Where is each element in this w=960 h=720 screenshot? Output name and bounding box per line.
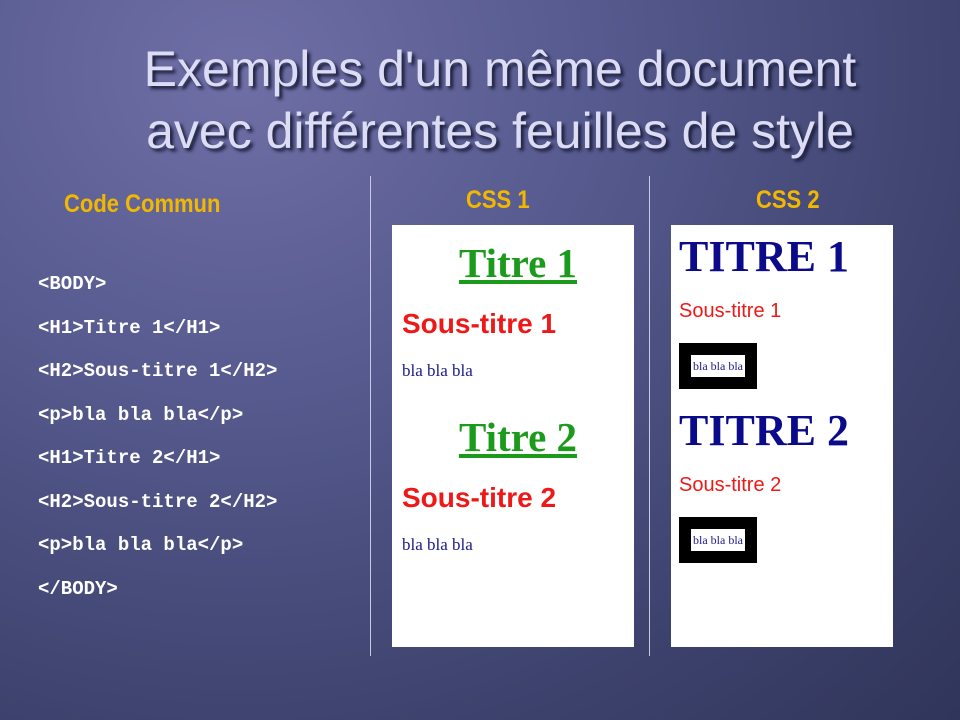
- css1-paragraph-2: bla bla bla: [402, 535, 473, 554]
- slide-title-line-1: Exemples d'un même document: [143, 41, 857, 97]
- css1-h2-subtitle-2: Sous-titre 2: [402, 482, 557, 513]
- css1-h1-title-1: Titre 1: [458, 240, 578, 286]
- code-line: </BODY>: [38, 577, 118, 600]
- slide-title-line-2: avec différentes feuilles de style: [146, 103, 854, 159]
- css1-paragraph-1: bla bla bla: [402, 361, 473, 380]
- common-code-block: <BODY> <H1>Titre 1</H1> <H2>Sous-titre 1…: [38, 267, 277, 615]
- code-line: <p>bla bla bla</p>: [38, 403, 244, 426]
- css1-h1-title-2: Titre 2: [458, 414, 578, 460]
- code-line: <H2>Sous-titre 2</H2>: [38, 490, 278, 513]
- css1-rendering-panel: Titre 1 Sous-titre 1 bla bla bla Titre 2…: [392, 225, 634, 647]
- css2-h2-subtitle-1: Sous-titre 1: [679, 300, 782, 322]
- code-line: <BODY>: [38, 273, 107, 295]
- code-line: <H1>Titre 1</H1>: [38, 316, 221, 339]
- css2-paragraph-2: bla bla bla: [679, 517, 757, 563]
- css2-h1-title-1: TITRE 1: [679, 232, 849, 281]
- code-line: <H2>Sous-titre 1</H2>: [38, 360, 278, 382]
- css2-h2-subtitle-2: Sous-titre 2: [679, 474, 782, 496]
- css2-rendering-panel: TITRE 1 Sous-titre 1 bla bla bla TITRE 2…: [671, 225, 893, 647]
- css2-paragraph-1: bla bla bla: [679, 343, 757, 389]
- heading-css-1: CSS 1: [466, 186, 530, 214]
- heading-css-2: CSS 2: [756, 186, 820, 214]
- column-divider-1: [370, 176, 371, 656]
- slide-title: Exemples d'un même document avec différe…: [40, 38, 960, 162]
- column-divider-2: [649, 176, 650, 656]
- code-line: <H1>Titre 2</H1>: [38, 447, 221, 469]
- css2-h1-title-2: TITRE 2: [679, 406, 849, 455]
- heading-common-code: Code Commun: [64, 190, 221, 218]
- css1-h2-subtitle-1: Sous-titre 1: [402, 308, 557, 339]
- code-line: <p>bla bla bla</p>: [38, 534, 244, 556]
